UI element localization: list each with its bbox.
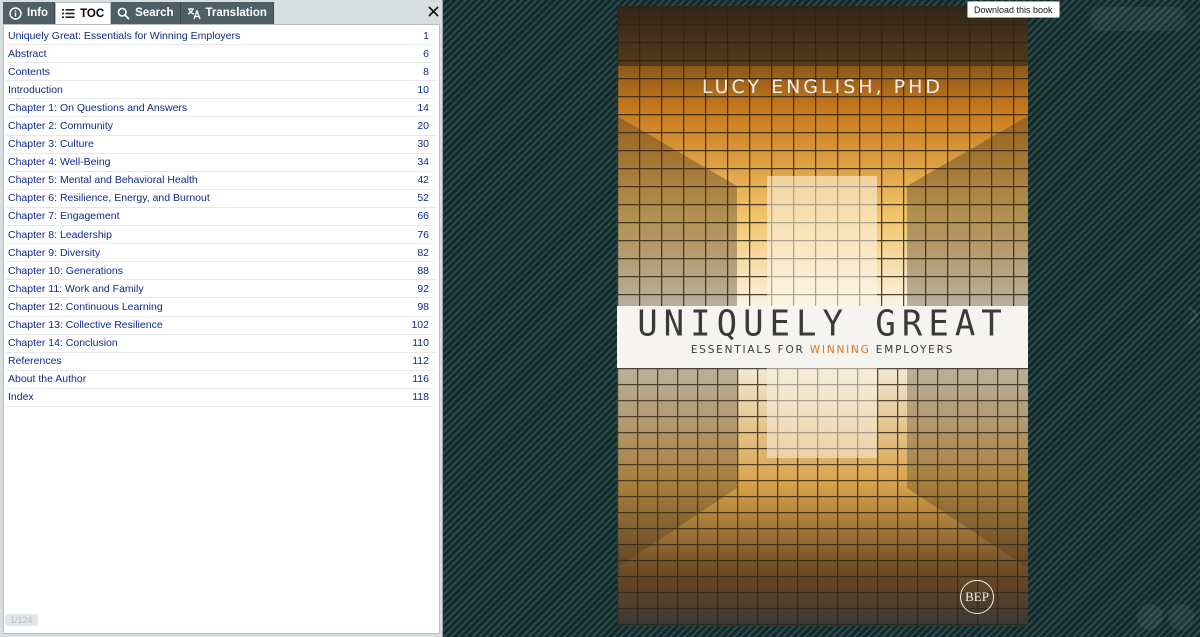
toc-item-page: 20 [417, 120, 429, 133]
toc-item-page: 10 [417, 83, 429, 96]
toc-item-page: 88 [417, 264, 429, 277]
cover-subtitle: ESSENTIALS FOR WINNING EMPLOYERS [617, 344, 1028, 356]
toc-item[interactable]: References 112 [6, 353, 435, 371]
toc-list: Uniquely Great: Essentials for Winning E… [4, 25, 439, 407]
toc-item-page: 118 [412, 391, 429, 404]
toc-item[interactable]: Chapter 8: Leadership 76 [6, 226, 435, 245]
toc-item[interactable]: Chapter 1: On Questions and Answers 14 [6, 99, 435, 118]
toc-item-page: 98 [417, 300, 429, 313]
toc-item-title: Chapter 12: Continuous Learning [8, 300, 163, 313]
page-indicator: 1/124 [5, 614, 38, 626]
tab-info-label: Info [27, 7, 49, 19]
translate-icon [187, 7, 201, 19]
toc-item-title: Chapter 10: Generations [8, 264, 123, 277]
toc-item[interactable]: About the Author 116 [6, 371, 435, 389]
subtitle-accent: WINNING [809, 344, 871, 356]
toc-item-title: Chapter 11: Work and Family [8, 282, 144, 295]
toc-item[interactable]: Chapter 5: Mental and Behavioral Health 4… [6, 172, 435, 190]
toc-item-title: Contents [8, 65, 51, 78]
toc-item[interactable]: Chapter 2: Community 20 [6, 117, 435, 136]
toc-item-title: Chapter 7: Engagement [8, 210, 120, 223]
cover-building-image-top [617, 6, 1028, 306]
panel-tabs: Info TOC Search Translation [3, 2, 274, 24]
toolbar-pill[interactable] [1090, 7, 1186, 31]
info-icon [9, 6, 22, 20]
tab-search-label: Search [135, 7, 174, 19]
toc-item-title: Chapter 8: Leadership [8, 228, 112, 241]
toc-item-title: Chapter 2: Community [8, 120, 114, 133]
toc-item[interactable]: Contents 8 [6, 63, 435, 82]
toc-item[interactable]: Uniquely Great: Essentials for Winning E… [6, 27, 435, 46]
toc-item-page: 6 [423, 47, 429, 60]
toc-item-title: About the Author [8, 373, 87, 386]
tab-translation[interactable]: Translation [180, 2, 274, 24]
toc-item-page: 8 [423, 65, 429, 78]
toc-item-page: 102 [411, 319, 429, 332]
side-panel: Info TOC Search Translation Uniquely Gre… [0, 0, 443, 637]
toc-item-title: Abstract [8, 47, 47, 60]
toc-item-title: Chapter 1: On Questions and Answers [8, 101, 188, 114]
toc-item-page: 14 [417, 101, 429, 114]
toc-item-page: 34 [417, 156, 429, 169]
tab-info[interactable]: Info [3, 2, 56, 24]
download-tooltip: Download this book [967, 1, 1060, 18]
close-icon [427, 5, 439, 17]
toc-item[interactable]: Chapter 12: Continuous Learning 98 [6, 298, 435, 317]
toc-item-title: Chapter 4: Well-Being [8, 156, 111, 169]
toc-item-title: Index [8, 391, 34, 404]
toc-item[interactable]: Chapter 10: Generations 88 [6, 262, 435, 281]
toc-item-page: 42 [417, 174, 429, 187]
subtitle-post: EMPLOYERS [870, 344, 955, 356]
toc-item-title: References [8, 355, 62, 368]
toc-item[interactable]: Chapter 7: Engagement 66 [6, 208, 435, 227]
toc-item-page: 116 [412, 373, 429, 386]
book-cover[interactable]: LUCY ENGLISH, PHD UNIQUELY GREAT ESSENTI… [617, 6, 1028, 626]
toc-item-page: 76 [417, 228, 429, 241]
toc-item[interactable]: Chapter 11: Work and Family 92 [6, 280, 435, 299]
toc-item-title: Chapter 9: Diversity [8, 246, 101, 259]
toc-item-page: 66 [417, 210, 429, 223]
toc-item-page: 112 [412, 355, 429, 368]
cover-title: UNIQUELY GREAT [637, 303, 1008, 345]
toc-item[interactable]: Chapter 14: Conclusion 110 [6, 335, 435, 353]
toc-item[interactable]: Chapter 13: Collective Resilience 102 [6, 317, 435, 335]
toc-item-title: Chapter 13: Collective Resilience [8, 319, 163, 332]
toc-item-page: 110 [412, 337, 429, 350]
toc-item[interactable]: Chapter 3: Culture 30 [6, 136, 435, 154]
toc-item-page: 82 [417, 246, 429, 259]
toc-item[interactable]: Abstract 6 [6, 45, 435, 64]
toc-item[interactable]: Chapter 6: Resilience, Energy, and Burno… [6, 190, 435, 208]
tab-toc[interactable]: TOC [55, 2, 112, 24]
list-icon [62, 9, 75, 18]
toc-item-page: 92 [417, 282, 429, 295]
tab-toc-label: TOC [80, 7, 105, 20]
toc-item-title: Uniquely Great: Essentials for Winning E… [8, 29, 241, 42]
toc-item-title: Chapter 5: Mental and Behavioral Health [8, 174, 198, 187]
tab-search[interactable]: Search [111, 2, 181, 24]
toc-container[interactable]: Uniquely Great: Essentials for Winning E… [3, 24, 440, 634]
toc-item-page: 1 [423, 29, 429, 42]
toc-item[interactable]: Chapter 9: Diversity 82 [6, 244, 435, 263]
toc-item[interactable]: Chapter 4: Well-Being 34 [6, 154, 435, 172]
close-panel-button[interactable] [425, 3, 441, 19]
toc-item-page: 30 [417, 138, 429, 151]
toc-item-title: Chapter 14: Conclusion [8, 337, 118, 350]
zoom-out-button[interactable] [1137, 604, 1163, 630]
toc-item-title: Chapter 6: Resilience, Energy, and Burno… [8, 192, 210, 205]
zoom-in-button[interactable] [1168, 604, 1194, 630]
publisher-logo: BEP [960, 580, 994, 614]
next-page-icon[interactable] [1186, 305, 1200, 325]
toc-item-title: Introduction [8, 83, 63, 96]
toc-item[interactable]: Index 118 [6, 389, 435, 407]
toc-item-page: 52 [417, 192, 429, 205]
toc-item[interactable]: Introduction 10 [6, 81, 435, 100]
search-icon [117, 7, 130, 20]
subtitle-pre: ESSENTIALS FOR [690, 344, 810, 356]
cover-author: LUCY ENGLISH, PHD [701, 76, 944, 98]
toc-item-title: Chapter 3: Culture [8, 138, 94, 151]
tab-translation-label: Translation [205, 7, 267, 19]
